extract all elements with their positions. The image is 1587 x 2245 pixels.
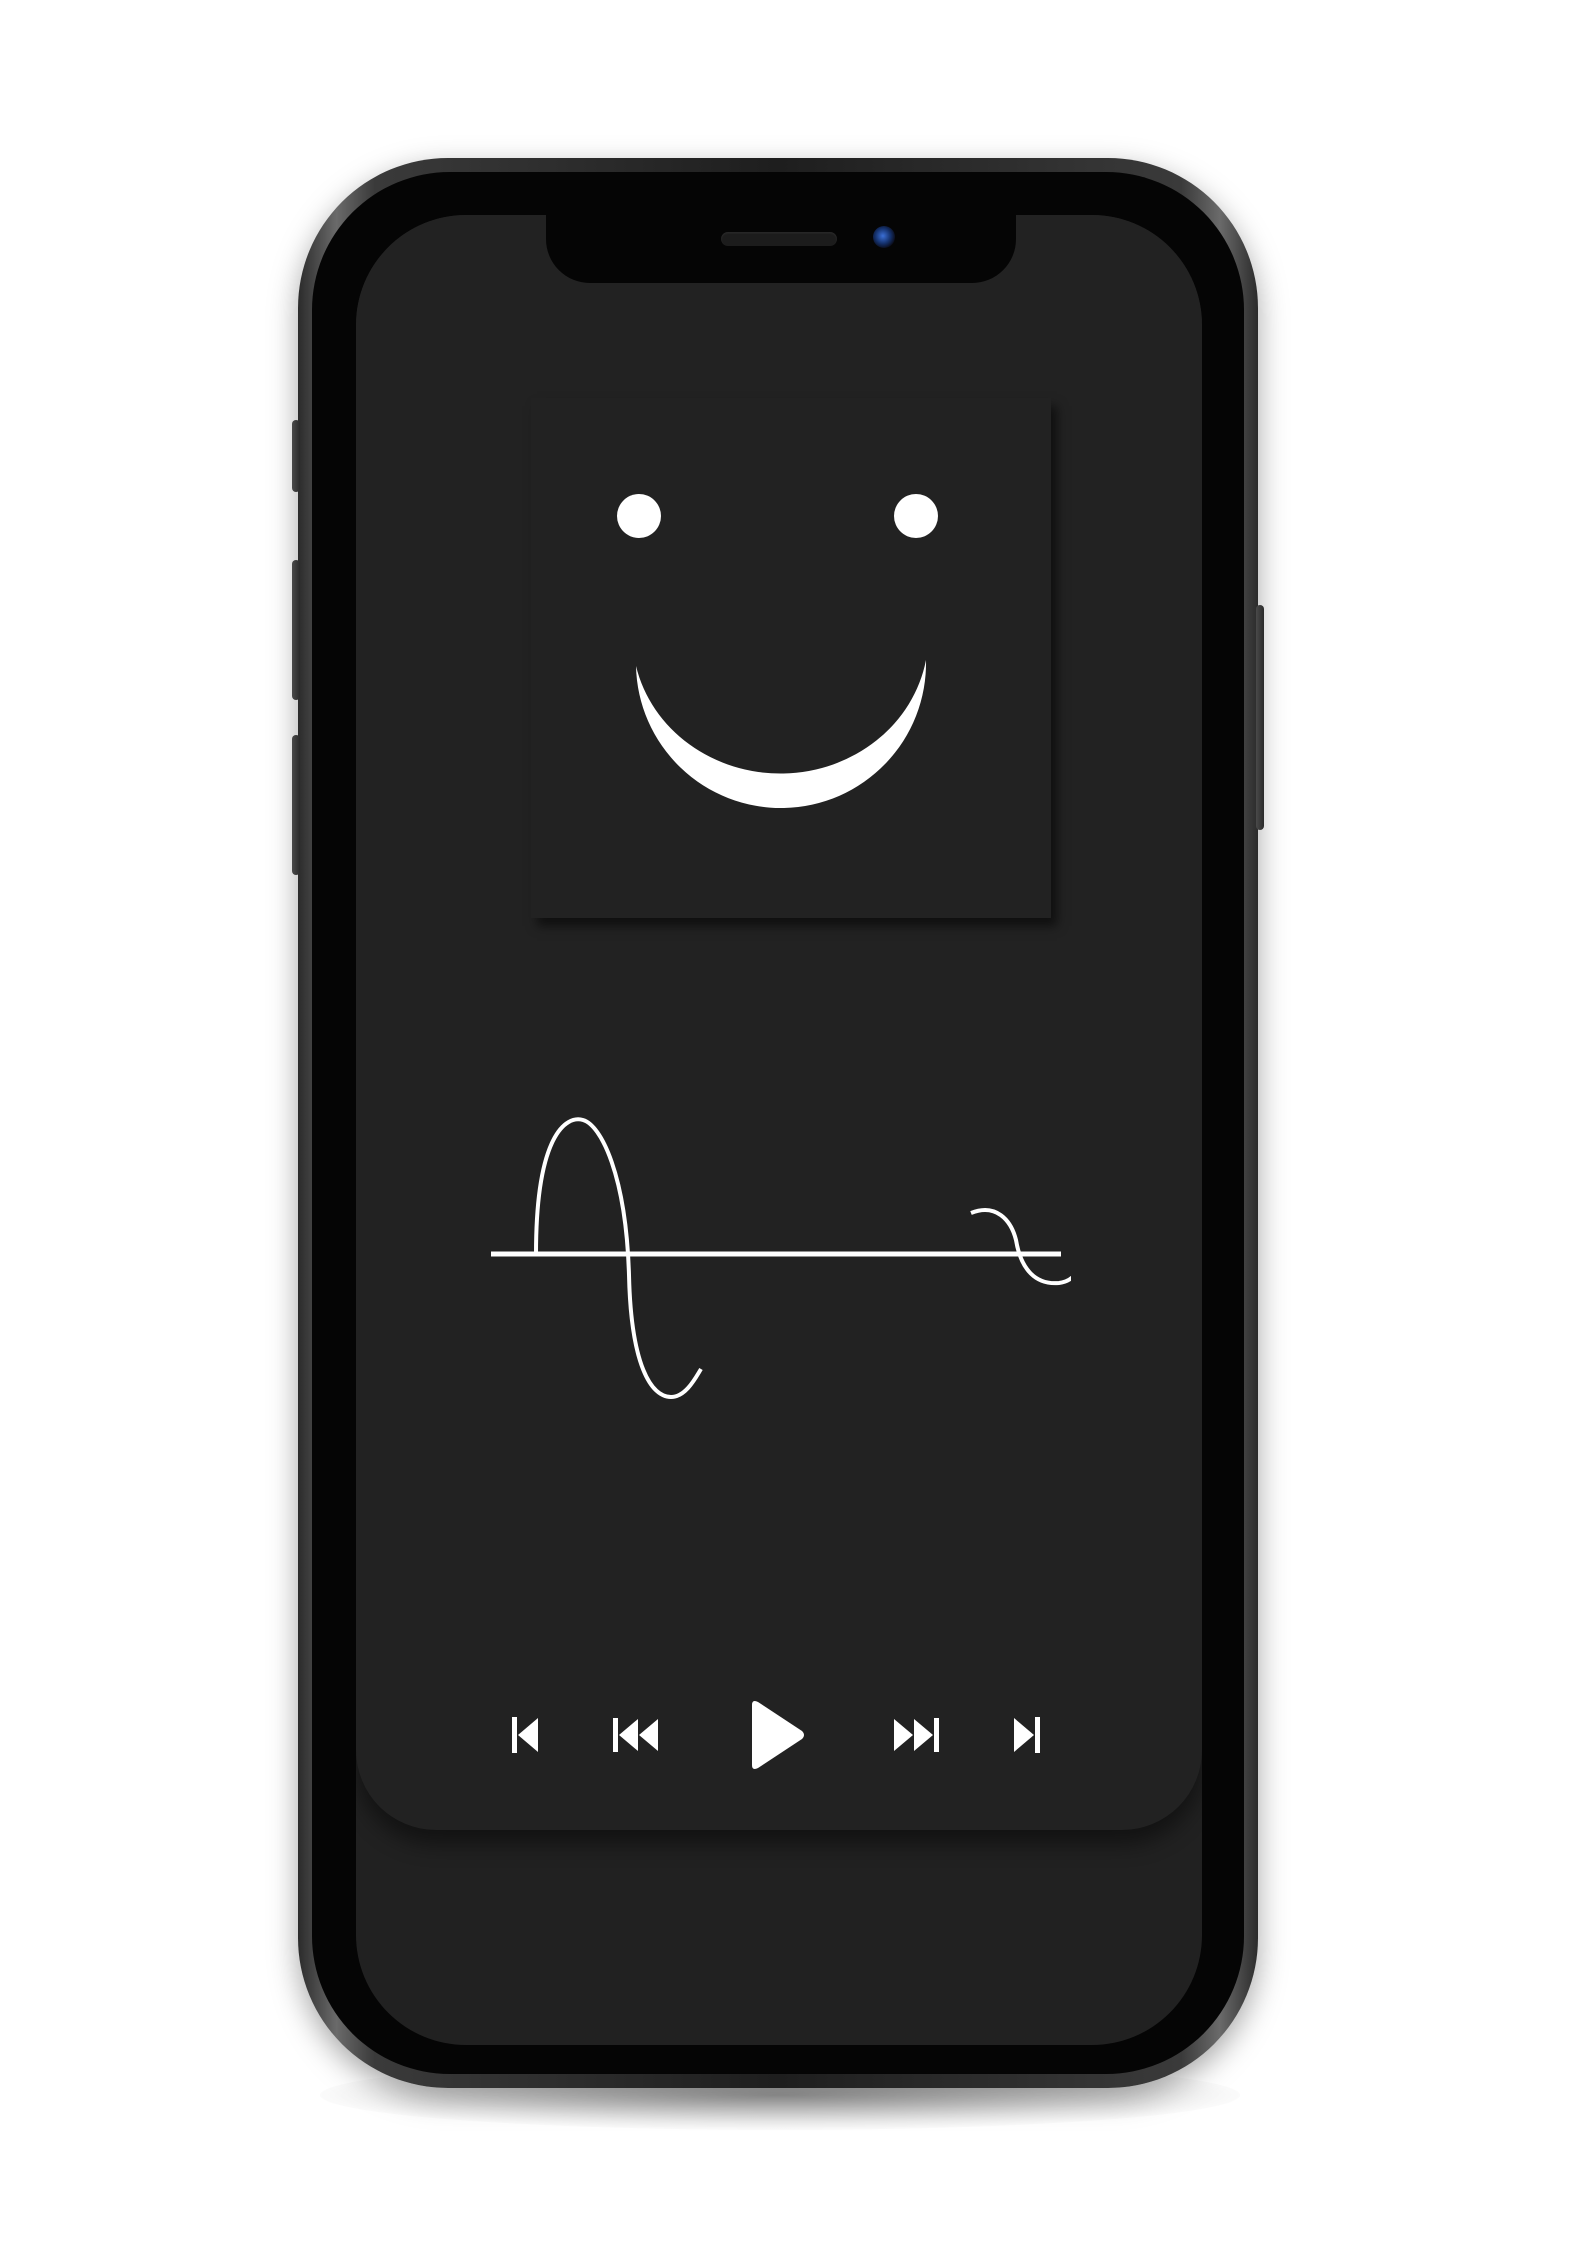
- waveform-visualizer: [491, 1115, 1071, 1415]
- rewind-icon: [613, 1718, 658, 1752]
- smile-arc: [636, 660, 927, 809]
- mute-switch: [292, 420, 300, 492]
- skip-to-start-button[interactable]: [486, 1690, 566, 1780]
- smiley-face-icon: [617, 494, 938, 809]
- rewind-button[interactable]: [586, 1690, 686, 1780]
- skip-to-start-icon: [512, 1717, 538, 1753]
- notch: [546, 215, 1016, 283]
- left-eye: [617, 494, 661, 538]
- page-stage: [0, 0, 1587, 2245]
- play-button[interactable]: [726, 1690, 826, 1780]
- volume-down-button: [292, 735, 300, 875]
- sine-wave-icon: [491, 1117, 1071, 1400]
- playback-controls: [486, 1690, 1066, 1780]
- fast-forward-button[interactable]: [866, 1690, 966, 1780]
- play-icon: [752, 1701, 804, 1769]
- wave-small-curve: [970, 1208, 1071, 1286]
- fast-forward-icon: [894, 1718, 939, 1752]
- volume-up-button: [292, 560, 300, 700]
- skip-to-end-button[interactable]: [986, 1690, 1066, 1780]
- front-camera: [873, 226, 895, 248]
- earpiece-speaker: [721, 232, 837, 246]
- phone-screen: [356, 215, 1202, 2045]
- album-artwork: [531, 398, 1051, 918]
- right-eye: [894, 494, 938, 538]
- skip-to-end-icon: [1014, 1717, 1040, 1753]
- power-button: [1256, 605, 1264, 830]
- wave-large-curve: [534, 1117, 703, 1400]
- player-card: [356, 215, 1202, 1830]
